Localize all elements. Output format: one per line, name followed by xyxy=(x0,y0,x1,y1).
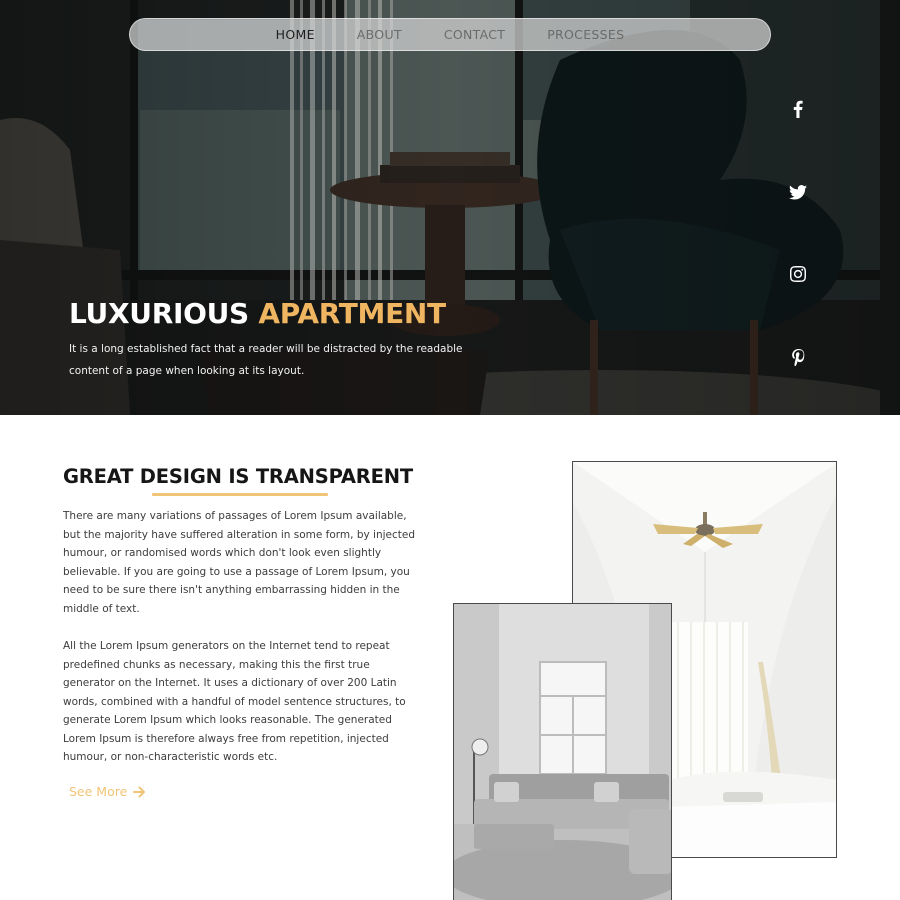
arrow-right-icon xyxy=(133,786,146,797)
hero-title-accent: APARTMENT xyxy=(258,297,446,330)
see-more-link[interactable]: See More xyxy=(69,784,146,799)
nav-home[interactable]: HOME xyxy=(276,27,315,42)
paragraph-2: All the Lorem Ipsum generators on the In… xyxy=(63,640,406,763)
living-room-photo xyxy=(453,603,672,900)
hero-title-white: LUXURIOUS xyxy=(69,297,249,330)
nav-contact[interactable]: CONTACT xyxy=(444,27,505,42)
main-nav: HOME ABOUT CONTACT PROCESSES xyxy=(129,18,771,51)
section-title: GREAT DESIGN IS TRANSPARENT xyxy=(63,465,413,488)
facebook-icon[interactable] xyxy=(786,97,810,121)
title-underline xyxy=(152,493,328,496)
instagram-icon[interactable] xyxy=(786,262,810,286)
nav-about[interactable]: ABOUT xyxy=(357,27,402,42)
twitter-icon[interactable] xyxy=(786,180,810,204)
paragraph-1: There are many variations of passages of… xyxy=(63,510,416,615)
see-more-label: See More xyxy=(69,784,128,799)
hero-subtitle-line1: It is a long established fact that a rea… xyxy=(69,343,463,355)
hero-title: LUXURIOUS APARTMENT xyxy=(69,297,446,330)
hero-subtitle: It is a long established fact that a rea… xyxy=(69,338,469,382)
pinterest-icon[interactable] xyxy=(786,345,810,369)
nav-processes[interactable]: PROCESSES xyxy=(547,27,624,42)
hero-subtitle-line2: content of a page when looking at its la… xyxy=(69,365,305,377)
hero-banner: HOME ABOUT CONTACT PROCESSES LUXURIOUS A… xyxy=(0,0,900,415)
